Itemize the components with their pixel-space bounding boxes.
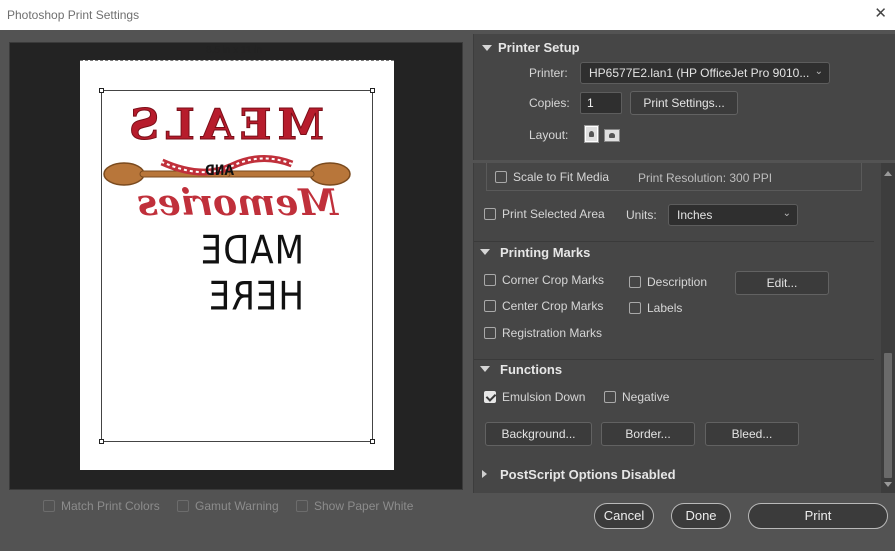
close-icon[interactable]: ✕ — [874, 5, 887, 23]
print-settings-button[interactable]: Print Settings... — [630, 91, 738, 115]
scroll-thumb[interactable] — [884, 353, 892, 478]
show-paper-white-checkbox[interactable]: Show Paper White — [295, 499, 413, 513]
print-resolution-text: Print Resolution: 300 PPI — [638, 171, 773, 185]
artwork-text-and: AND — [205, 162, 234, 180]
checkbox-box[interactable] — [484, 208, 496, 220]
position-size-group: Scale to Fit Media Print Resolution: 300… — [486, 163, 862, 191]
edit-marks-button[interactable]: Edit... — [735, 271, 829, 295]
checkbox-box[interactable] — [484, 274, 496, 286]
done-button[interactable]: Done — [671, 503, 731, 529]
printer-label: Printer: — [529, 66, 568, 80]
negative-checkbox[interactable]: Negative — [604, 390, 669, 404]
landscape-layout-icon[interactable] — [604, 129, 620, 142]
artwork-text-made-here: MADE HERE — [199, 228, 304, 320]
resize-handle-top-right[interactable] — [370, 88, 375, 93]
copies-input[interactable]: 1 — [580, 92, 622, 114]
checkbox-box[interactable] — [295, 500, 308, 512]
checkbox-box[interactable] — [484, 300, 496, 312]
checkbox-box[interactable] — [177, 500, 190, 512]
paper-size-label: 8.5 in x 11 in — [206, 45, 262, 56]
checkbox-box[interactable] — [495, 171, 507, 183]
emulsion-down-checkbox[interactable]: Emulsion Down — [484, 390, 585, 404]
preview-options: Match Print Colors Gamut Warning Show Pa… — [43, 499, 463, 517]
section-divider — [474, 241, 874, 242]
artwork-text-memories: Memories — [137, 182, 338, 224]
collapse-arrow-icon[interactable] — [480, 366, 490, 372]
checkbox-box-checked[interactable] — [484, 391, 496, 403]
chevron-down-icon: ⌄ — [782, 208, 791, 219]
border-button[interactable]: Border... — [601, 422, 695, 446]
checkbox-box[interactable] — [43, 500, 55, 512]
section-title-printer-setup: Printer Setup — [498, 40, 580, 55]
section-title-printing-marks: Printing Marks — [500, 245, 591, 260]
units-select[interactable]: Inches ⌄ — [668, 204, 798, 226]
resize-handle-bottom-left[interactable] — [99, 439, 104, 444]
dialog-body: MEALS AND Memories MADE HERE 8.5 in x 11… — [0, 30, 895, 551]
checkbox-box[interactable] — [484, 327, 496, 339]
collapse-arrow-icon[interactable] — [482, 45, 492, 51]
print-preview[interactable]: MEALS AND Memories MADE HERE 8.5 in x 11… — [9, 42, 463, 490]
scroll-down-arrow-icon[interactable] — [884, 482, 892, 487]
printer-setup-panel: Printer Setup Printer: HP6577E2.lan1 (HP… — [473, 34, 895, 160]
settings-scroll-panel[interactable]: Scale to Fit Media Print Resolution: 300… — [473, 163, 895, 493]
description-checkbox[interactable]: Description — [629, 275, 707, 289]
scroll-up-arrow-icon[interactable] — [884, 171, 892, 176]
units-label: Units: — [626, 208, 657, 222]
paper-margin-line — [80, 60, 394, 63]
print-button[interactable]: Print — [748, 503, 888, 529]
bleed-button[interactable]: Bleed... — [705, 422, 799, 446]
background-button[interactable]: Background... — [485, 422, 592, 446]
resize-handle-bottom-right[interactable] — [370, 439, 375, 444]
artwork-text-meals: MEALS — [123, 100, 325, 150]
checkbox-box[interactable] — [629, 302, 641, 314]
match-print-colors-checkbox[interactable]: Match Print Colors — [43, 499, 160, 513]
section-title-functions: Functions — [500, 362, 563, 377]
cancel-button[interactable]: Cancel — [594, 503, 654, 529]
title-bar: Photoshop Print Settings ✕ — [0, 0, 895, 30]
printer-select[interactable]: HP6577E2.lan1 (HP OfficeJet Pro 9010... … — [580, 62, 830, 84]
section-title-postscript[interactable]: PostScript Options Disabled — [500, 467, 676, 482]
chevron-down-icon: ⌄ — [814, 66, 823, 77]
scale-to-fit-checkbox[interactable]: Scale to Fit Media — [495, 170, 609, 184]
paper-sheet: MEALS AND Memories MADE HERE — [80, 60, 394, 470]
collapse-arrow-icon[interactable] — [480, 249, 490, 255]
resize-handle-top-left[interactable] — [99, 88, 104, 93]
checkbox-box[interactable] — [629, 276, 641, 288]
center-crop-marks-checkbox[interactable]: Center Crop Marks — [484, 299, 603, 313]
labels-checkbox[interactable]: Labels — [629, 301, 682, 315]
window-title: Photoshop Print Settings — [7, 8, 140, 22]
layout-label: Layout: — [529, 128, 569, 142]
vertical-scrollbar[interactable] — [881, 163, 895, 493]
portrait-layout-icon[interactable] — [584, 125, 599, 143]
corner-crop-marks-checkbox[interactable]: Corner Crop Marks — [484, 273, 604, 287]
copies-label: Copies: — [529, 96, 570, 110]
registration-marks-checkbox[interactable]: Registration Marks — [484, 326, 602, 340]
artwork-mirrored: MEALS AND Memories MADE HERE — [102, 100, 352, 320]
expand-arrow-icon[interactable] — [482, 470, 487, 478]
checkbox-box[interactable] — [604, 391, 616, 403]
section-divider — [474, 359, 874, 360]
gamut-warning-checkbox[interactable]: Gamut Warning — [177, 499, 279, 513]
print-selected-area-checkbox[interactable]: Print Selected Area — [484, 207, 605, 221]
